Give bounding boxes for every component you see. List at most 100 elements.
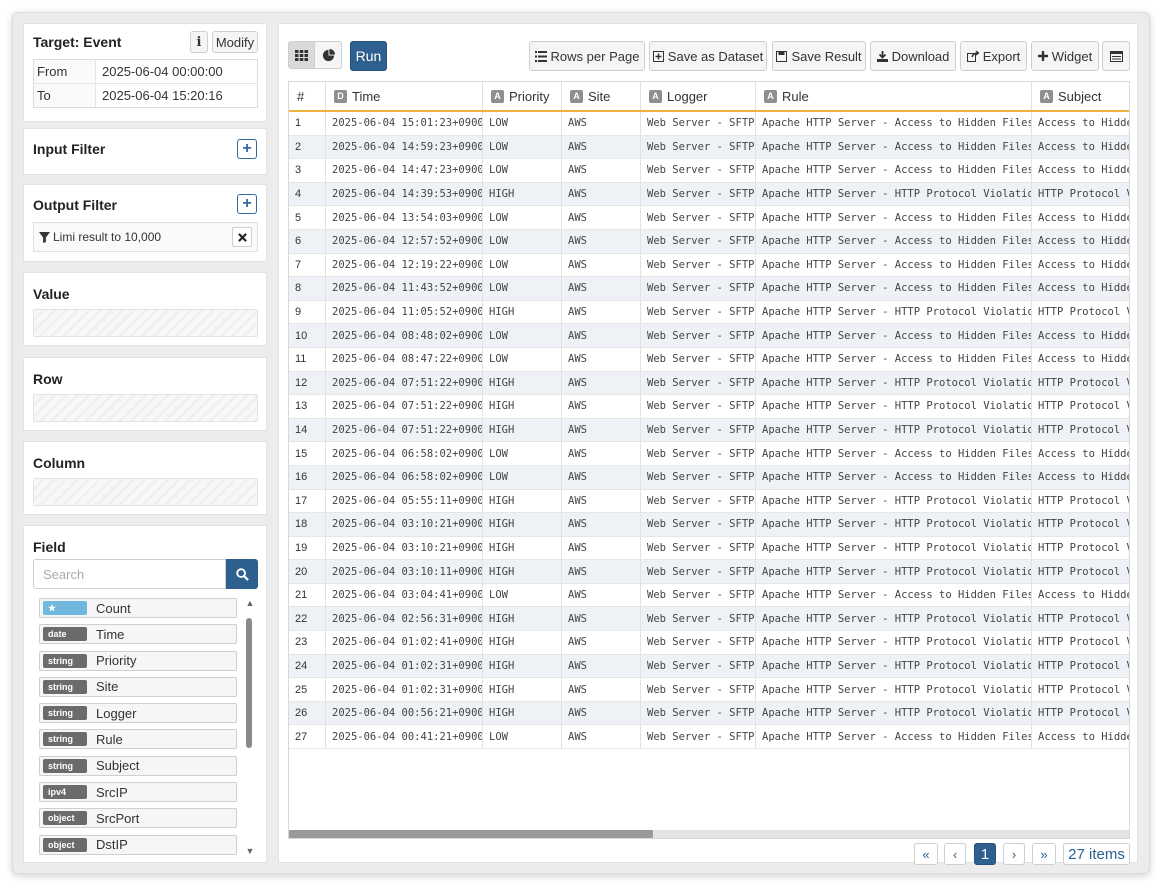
table-cell: 14 [289,418,326,442]
table-row[interactable]: 13 2025-06-04 07:51:22+0900 HIGH AWS Web Ser… [289,395,1129,419]
remove-filter-button[interactable] [232,227,252,247]
table-row[interactable]: 3 2025-06-04 14:47:23+0900 LOW AWS Web Serve… [289,159,1129,183]
table-row[interactable]: 24 2025-06-04 01:02:31+0900 HIGH AWS Web Ser… [289,654,1129,679]
run-button[interactable]: Run [350,41,387,71]
table-row[interactable]: 18 2025-06-04 03:10:21+0900 HIGH AWS Web Ser… [289,513,1129,537]
field-item-dstip[interactable]: object DstIP [39,834,237,855]
table-row[interactable]: 17 2025-06-04 05:55:11+0900 HIGH AWS Web Ser… [289,489,1129,514]
table-row[interactable]: 27 2025-06-04 00:41:21+0900 LOW AWS Web Serv… [289,725,1129,750]
rows-per-page-button[interactable]: Rows per Page [529,41,645,71]
field-list-scrollbar[interactable]: ▲ ▼ [244,598,256,856]
chart-view-button[interactable] [315,41,342,69]
modify-button[interactable]: Modify [212,31,258,53]
table-cell: LOW [483,442,562,465]
table-row[interactable]: 2 2025-06-04 14:59:23+0900 LOW AWS Web Serve… [289,135,1129,160]
field-item-subject[interactable]: string Subject [39,755,237,776]
table-row[interactable]: 5 2025-06-04 13:54:03+0900 LOW AWS Web Serve… [289,206,1129,230]
column-header[interactable]: A Site [562,82,641,110]
column-header[interactable]: A Rule [756,82,1032,110]
field-item-rule[interactable]: string Rule [39,729,237,750]
export-button[interactable]: Export [960,41,1027,71]
table-cell: Access to Hidden Files [1032,725,1129,748]
column-header[interactable]: # [289,82,326,110]
scrollbar-thumb[interactable] [246,618,252,748]
table-cell: AWS [562,418,641,442]
table-row[interactable]: 25 2025-06-04 01:02:31+0900 HIGH AWS Web Ser… [289,678,1129,702]
star-icon: ★ [43,601,87,615]
field-search-button[interactable] [226,559,258,589]
column-header[interactable]: A Priority [483,82,562,110]
save-result-button[interactable]: Save Result [772,41,866,71]
table-row[interactable]: 10 2025-06-04 08:48:02+0900 LOW AWS Web Serv… [289,324,1129,348]
download-label: Download [891,48,950,64]
table-row[interactable]: 8 2025-06-04 11:43:52+0900 LOW AWS Web Serve… [289,277,1129,301]
table-row[interactable]: 4 2025-06-04 14:39:53+0900 HIGH AWS Web Serv… [289,182,1129,207]
plus-square-icon [652,50,664,62]
table-cell: Access to Hidden Files [1032,324,1129,347]
table-row[interactable]: 6 2025-06-04 12:57:52+0900 LOW AWS Web Serve… [289,229,1129,254]
table-cell: AWS [562,631,641,654]
field-item-srcip[interactable]: ipv4 SrcIP [39,782,237,803]
add-output-filter-button[interactable]: + [237,194,257,214]
table-row[interactable]: 23 2025-06-04 01:02:41+0900 HIGH AWS Web Ser… [289,631,1129,655]
table-row[interactable]: 19 2025-06-04 03:10:21+0900 HIGH AWS Web Ser… [289,536,1129,561]
table-cell: Web Server - SFTP [641,324,756,347]
download-button[interactable]: Download [870,41,956,71]
table-row[interactable]: 15 2025-06-04 06:58:02+0900 LOW AWS Web Serv… [289,442,1129,466]
table-cell: HIGH [483,513,562,536]
table-cell: AWS [562,182,641,206]
scroll-up-arrow[interactable]: ▲ [244,598,256,608]
table-row[interactable]: 1 2025-06-04 15:01:23+0900 LOW AWS Web Serve… [289,112,1129,136]
table-row[interactable]: 21 2025-06-04 03:04:41+0900 LOW AWS Web Serv… [289,583,1129,608]
row-panel: Row [23,357,267,431]
last-page-button[interactable]: » [1032,843,1056,865]
column-header-label: Logger [667,88,708,104]
table-row[interactable]: 11 2025-06-04 08:47:22+0900 LOW AWS Web Serv… [289,347,1129,372]
add-input-filter-button[interactable]: + [237,139,257,159]
field-item-time[interactable]: date Time [39,624,237,645]
table-cell: Web Server - SFTP [641,654,756,678]
scroll-down-arrow[interactable]: ▼ [244,846,256,856]
table-row[interactable]: 22 2025-06-04 02:56:31+0900 HIGH AWS Web Ser… [289,607,1129,632]
field-item-srcport[interactable]: object SrcPort [39,808,237,829]
current-page-button[interactable]: 1 [974,843,996,865]
row-drop-zone[interactable] [33,394,258,422]
output-filter-panel: Output Filter + Limi result to 10,000 [23,184,267,262]
table-row[interactable]: 7 2025-06-04 12:19:22+0900 LOW AWS Web Serve… [289,253,1129,278]
table-cell: AWS [562,725,641,749]
grid-horizontal-scrollbar[interactable] [289,830,1129,838]
table-cell: Web Server - SFTP [641,206,756,229]
column-header[interactable]: D Time [326,82,483,110]
first-page-button[interactable]: « [914,843,938,865]
table-cell: HIGH [483,536,562,560]
table-row[interactable]: 9 2025-06-04 11:05:52+0900 HIGH AWS Web Serv… [289,300,1129,325]
grid-view-button[interactable] [288,41,315,69]
save-as-dataset-button[interactable]: Save as Dataset [649,41,767,71]
column-header[interactable]: A Logger [641,82,756,110]
field-item-logger[interactable]: string Logger [39,703,237,724]
next-page-button[interactable]: › [1003,843,1025,865]
table-row[interactable]: 16 2025-06-04 06:58:02+0900 LOW AWS Web Serv… [289,465,1129,490]
column-drop-zone[interactable] [33,478,258,506]
table-cell: 9 [289,300,326,324]
prev-page-button[interactable]: ‹ [944,843,966,865]
table-cell: HTTP Protocol Violation [1032,301,1129,324]
table-cell: HTTP Protocol Violation [1032,395,1129,418]
field-item-priority[interactable]: string Priority [39,650,237,671]
input-filter-title: Input Filter [33,141,106,157]
widget-button[interactable]: Widget [1031,41,1099,71]
table-row[interactable]: 20 2025-06-04 03:10:11+0900 HIGH AWS Web Ser… [289,560,1129,584]
table-row[interactable]: 14 2025-06-04 07:51:22+0900 HIGH AWS Web Ser… [289,418,1129,443]
value-drop-zone[interactable] [33,309,258,337]
column-header[interactable]: A Subject [1032,82,1129,110]
info-button[interactable]: i [190,31,208,53]
column-settings-icon [1109,50,1123,62]
field-item-count[interactable]: ★ Count [39,598,237,618]
field-search-input[interactable] [33,559,226,589]
table-row[interactable]: 26 2025-06-04 00:56:21+0900 HIGH AWS Web Ser… [289,701,1129,726]
scrollbar-thumb[interactable] [289,830,653,838]
pie-chart-icon [322,48,335,61]
table-row[interactable]: 12 2025-06-04 07:51:22+0900 HIGH AWS Web Ser… [289,371,1129,396]
column-settings-button[interactable] [1102,41,1130,71]
field-item-site[interactable]: string Site [39,676,237,697]
